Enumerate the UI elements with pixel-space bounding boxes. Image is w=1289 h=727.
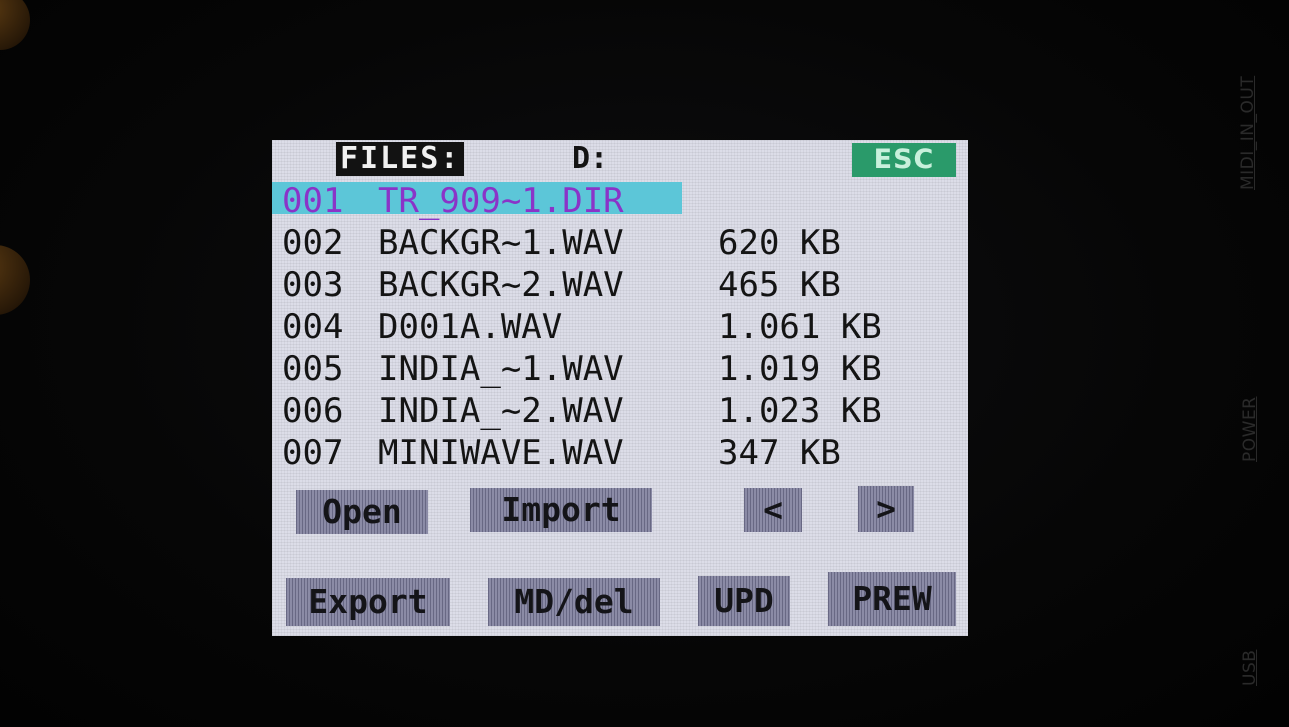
upd-button[interactable]: UPD xyxy=(698,576,790,626)
esc-button[interactable]: ESC xyxy=(852,143,956,177)
files-title: FILES: xyxy=(336,142,465,176)
lcd-screen: FILES: D: ESC 001 TR_909~1.DIR 002 BACKG… xyxy=(272,140,968,636)
file-number: 003 xyxy=(282,265,344,305)
device-panel: MIDI_IN_OUT POWER USB FILES: D: ESC 001 … xyxy=(0,0,1289,727)
file-row[interactable]: 004 D001A.WAV 1.061 KB xyxy=(272,306,968,348)
next-button[interactable]: > xyxy=(858,486,914,532)
knob-left[interactable] xyxy=(0,245,30,315)
prew-button[interactable]: PREW xyxy=(828,572,956,626)
import-button[interactable]: Import xyxy=(470,488,652,532)
md-del-button[interactable]: MD/del xyxy=(488,578,660,626)
file-row[interactable]: 002 BACKGR~1.WAV 620 KB xyxy=(272,222,968,264)
file-row[interactable]: 003 BACKGR~2.WAV 465 KB xyxy=(272,264,968,306)
prev-button[interactable]: < xyxy=(744,488,802,532)
open-button[interactable]: Open xyxy=(296,490,428,534)
file-size: 465 KB xyxy=(718,265,841,305)
file-number: 002 xyxy=(282,223,344,263)
file-row[interactable]: 007 MINIWAVE.WAV 347 KB xyxy=(272,432,968,474)
file-name: MINIWAVE.WAV xyxy=(378,433,624,473)
drive-label: D: xyxy=(572,141,609,176)
export-button[interactable]: Export xyxy=(286,578,450,626)
midi-in-out-label: MIDI_IN_OUT xyxy=(1238,75,1258,190)
file-size: 1.023 KB xyxy=(718,391,882,431)
file-number: 007 xyxy=(282,433,344,473)
file-row-selected[interactable]: 001 TR_909~1.DIR xyxy=(272,180,968,222)
file-number: 005 xyxy=(282,349,344,389)
file-name: D001A.WAV xyxy=(378,307,563,347)
file-name: TR_909~1.DIR xyxy=(378,181,624,221)
file-size: 347 KB xyxy=(718,433,841,473)
file-name: INDIA_~1.WAV xyxy=(378,349,624,389)
power-label: POWER xyxy=(1240,396,1260,463)
file-size: 1.061 KB xyxy=(718,307,882,347)
file-number: 004 xyxy=(282,307,344,347)
file-size: 620 KB xyxy=(718,223,841,263)
file-size: 1.019 KB xyxy=(718,349,882,389)
file-number: 001 xyxy=(282,181,344,221)
file-name: INDIA_~2.WAV xyxy=(378,391,624,431)
file-name: BACKGR~1.WAV xyxy=(378,223,624,263)
file-name: BACKGR~2.WAV xyxy=(378,265,624,305)
file-row[interactable]: 005 INDIA_~1.WAV 1.019 KB xyxy=(272,348,968,390)
file-list: 001 TR_909~1.DIR 002 BACKGR~1.WAV 620 KB… xyxy=(272,180,968,474)
file-row[interactable]: 006 INDIA_~2.WAV 1.023 KB xyxy=(272,390,968,432)
file-number: 006 xyxy=(282,391,344,431)
usb-label: USB xyxy=(1240,649,1260,686)
knob-top-left[interactable] xyxy=(0,0,30,50)
